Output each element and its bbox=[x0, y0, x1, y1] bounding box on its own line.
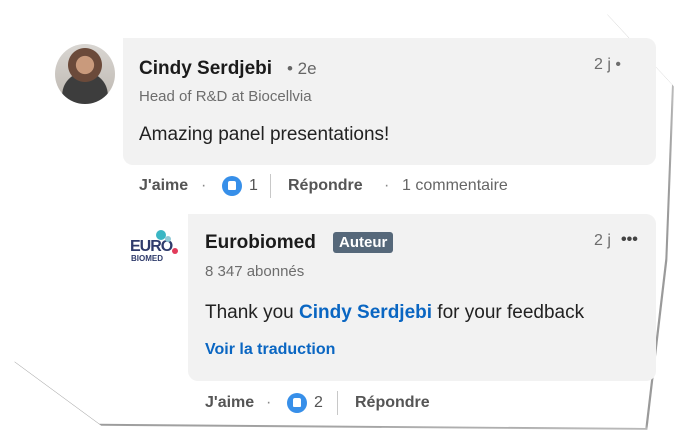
more-options-icon[interactable]: ••• bbox=[621, 231, 638, 249]
like-reaction-icon[interactable] bbox=[287, 393, 307, 413]
comment-time: 2 j • bbox=[594, 56, 621, 73]
author-name[interactable]: Cindy Serdjebi bbox=[139, 58, 272, 80]
author-headline: Head of R&D at Biocellvia bbox=[139, 88, 312, 105]
reply-reply-button[interactable]: Répondre bbox=[355, 394, 430, 412]
reply-count[interactable]: 1 commentaire bbox=[402, 177, 508, 195]
logo-dot bbox=[172, 248, 178, 254]
mention-link[interactable]: Cindy Serdjebi bbox=[299, 302, 432, 323]
logo-dot bbox=[165, 236, 171, 242]
divider bbox=[270, 174, 271, 198]
reply-author-name[interactable]: Eurobiomed bbox=[205, 232, 316, 254]
divider bbox=[337, 391, 338, 415]
connection-degree: • 2e bbox=[287, 59, 317, 78]
author-badge: Auteur bbox=[333, 232, 394, 253]
follower-count: 8 347 abonnés bbox=[205, 263, 305, 280]
reply-text: Thank you Cindy Serdjebi for your feedba… bbox=[205, 302, 584, 324]
reply-time: 2 j bbox=[594, 232, 611, 249]
reply-button[interactable]: Répondre bbox=[288, 177, 363, 195]
separator-dot: · bbox=[201, 177, 207, 194]
reply-text-end: for your feedback bbox=[432, 302, 585, 323]
like-reaction-icon[interactable] bbox=[222, 176, 242, 196]
like-button[interactable]: J'aime bbox=[139, 177, 188, 195]
separator-dot: · bbox=[384, 177, 390, 194]
separator-dot: · bbox=[266, 394, 272, 411]
reply-text-start: Thank you bbox=[205, 302, 299, 323]
eurobiomed-logo[interactable]: EURO BIOMED bbox=[130, 230, 182, 270]
comment-text: Amazing panel presentations! bbox=[139, 124, 390, 145]
like-count[interactable]: 1 bbox=[249, 177, 258, 195]
reply-like-count[interactable]: 2 bbox=[314, 394, 323, 412]
logo-subtext: BIOMED bbox=[131, 254, 163, 263]
translate-link[interactable]: Voir la traduction bbox=[205, 341, 335, 359]
avatar[interactable] bbox=[55, 44, 115, 104]
reply-like-button[interactable]: J'aime bbox=[205, 394, 254, 412]
